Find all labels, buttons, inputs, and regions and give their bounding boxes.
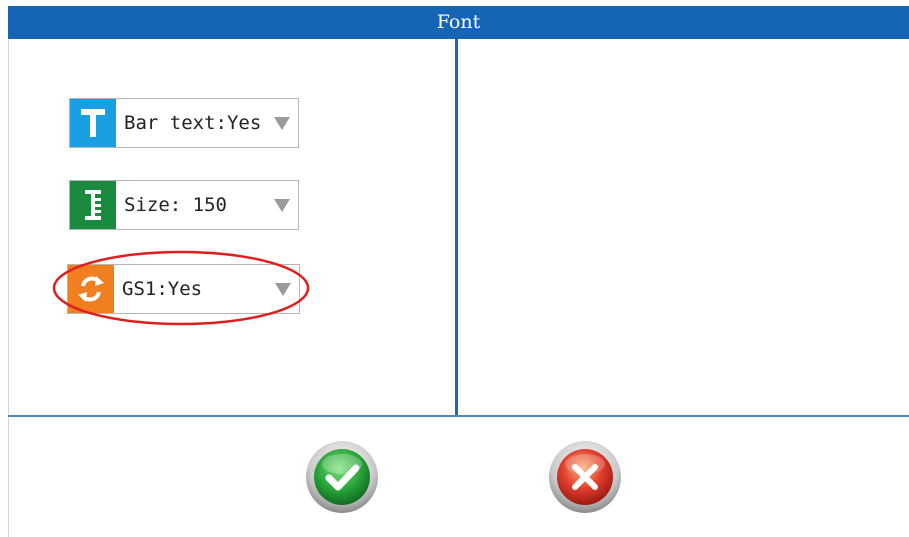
footer-divider <box>8 415 909 417</box>
size-label: Size: 150 <box>124 194 227 216</box>
text-t-icon <box>70 99 116 147</box>
window-title: Font <box>8 6 909 39</box>
chevron-down-icon <box>274 117 290 130</box>
panel-divider <box>455 39 458 415</box>
size-ruler-icon <box>70 181 116 229</box>
chevron-down-icon <box>274 199 290 212</box>
close-x-icon <box>549 441 621 513</box>
cancel-button[interactable] <box>548 440 622 514</box>
bar-text-label: Bar text:Yes <box>124 112 262 134</box>
highlight-ellipse <box>52 250 310 326</box>
size-dropdown[interactable]: Size: 150 <box>69 180 299 230</box>
confirm-button[interactable] <box>305 440 379 514</box>
bar-text-dropdown[interactable]: Bar text:Yes <box>69 98 299 148</box>
checkmark-icon <box>306 441 378 513</box>
